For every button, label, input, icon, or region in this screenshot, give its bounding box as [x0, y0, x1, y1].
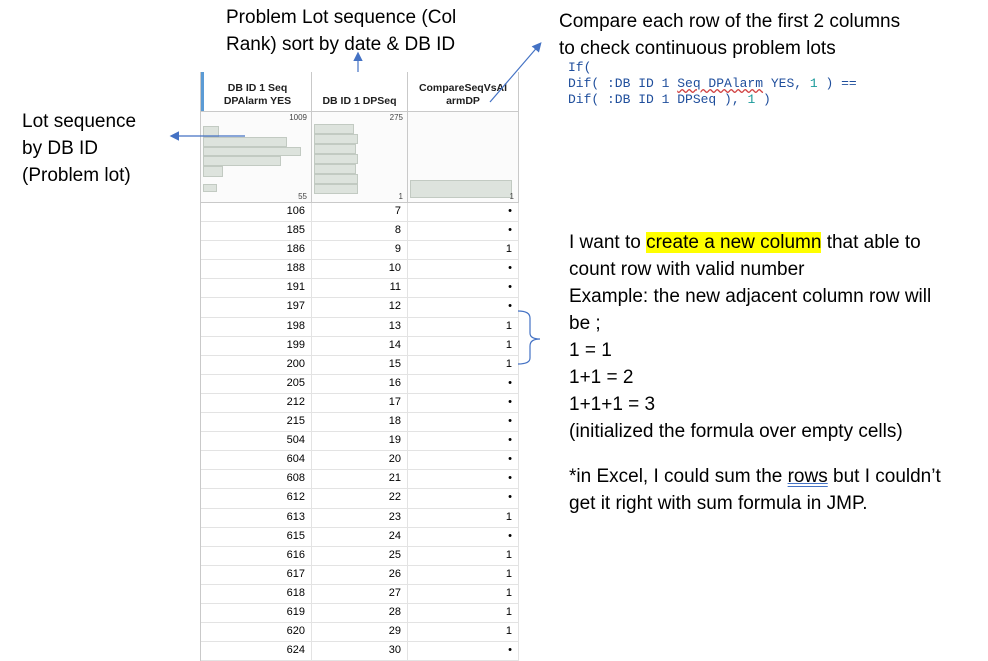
arrow-to-compare-annotation: [489, 42, 542, 103]
bracket-icon: [517, 310, 541, 365]
annotation-arrows: [169, 42, 542, 365]
